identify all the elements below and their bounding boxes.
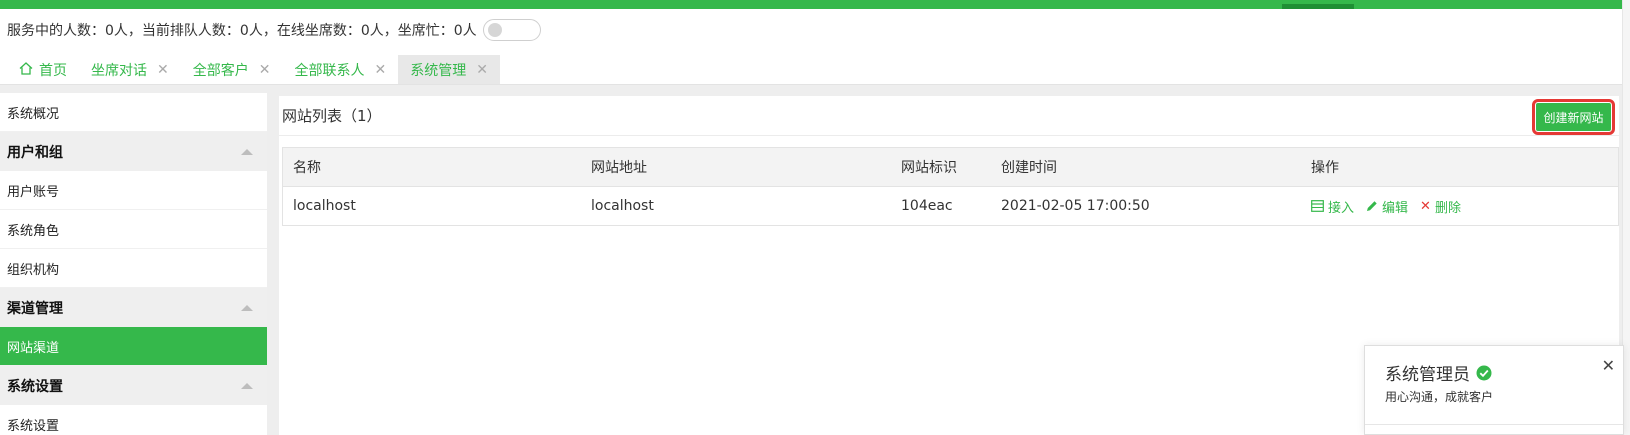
verified-check-icon: [1476, 365, 1492, 381]
delete-action-label: 删除: [1434, 200, 1461, 216]
sidebar-group-title: 用户和组: [7, 144, 63, 161]
column-header: 操作: [1311, 160, 1339, 176]
column-header: 网站地址: [591, 160, 647, 176]
edit-action-label: 编辑: [1382, 200, 1409, 216]
sidebar-group-settings[interactable]: 系统设置: [0, 366, 267, 405]
create-website-button[interactable]: 创建新网站: [1532, 99, 1615, 135]
sidebar: 系统概况 用户和组 用户账号 系统角色 组织机构 渠道管理 网站渠道 系统设置 …: [0, 93, 267, 435]
close-icon[interactable]: ✕: [374, 62, 386, 78]
tab-system-management-label: 系统管理: [410, 63, 467, 79]
home-icon: [19, 61, 33, 79]
agent-name: 系统管理员: [1385, 365, 1470, 385]
close-icon[interactable]: ✕: [157, 62, 169, 78]
cell-url: localhost: [591, 198, 654, 214]
sidebar-item-system-settings[interactable]: 系统设置: [0, 405, 267, 435]
tab-home[interactable]: 首页: [7, 55, 79, 85]
edit-action[interactable]: 编辑: [1366, 197, 1408, 216]
table-header: 名称 网站地址 网站标识 创建时间 操作: [283, 148, 1618, 187]
access-action[interactable]: 接入: [1311, 197, 1354, 216]
pencil-icon: [1366, 200, 1378, 212]
column-header: 网站标识: [901, 160, 957, 176]
tab-agent-chat-label: 坐席对话: [91, 63, 147, 79]
table-row: localhost localhost 104eac 2021-02-05 17…: [283, 187, 1618, 225]
close-icon[interactable]: ✕: [1602, 356, 1615, 375]
sidebar-item-label: 系统设置: [7, 418, 60, 434]
divider: [1365, 424, 1623, 425]
tab-all-customers-label: 全部客户: [192, 63, 249, 79]
cell-created-time: 2021-02-05 17:00:50: [1001, 198, 1150, 214]
sidebar-item-user-accounts[interactable]: 用户账号: [0, 171, 267, 210]
tab-all-customers[interactable]: 全部客户 ✕: [181, 55, 283, 85]
sidebar-group-title: 渠道管理: [7, 300, 63, 317]
collapse-arrow-icon: [241, 382, 253, 389]
delete-action[interactable]: ✕ 删除: [1420, 197, 1461, 216]
agent-busy-toggle[interactable]: [482, 19, 541, 41]
sidebar-item-organization[interactable]: 组织机构: [0, 249, 267, 288]
sidebar-item-website-channel[interactable]: 网站渠道: [0, 327, 267, 366]
column-header: 名称: [293, 160, 321, 176]
tab-bar: 首页 坐席对话 ✕ 全部客户 ✕ 全部联系人 ✕ 系统管理 ✕: [7, 55, 500, 85]
sidebar-item-system-roles[interactable]: 系统角色: [0, 210, 267, 249]
sidebar-item-label: 系统角色: [7, 223, 60, 239]
close-icon[interactable]: ✕: [259, 62, 271, 78]
top-nav-active-indicator[interactable]: [1282, 4, 1354, 9]
sidebar-item-label: 系统概况: [7, 106, 60, 122]
tab-home-label: 首页: [39, 63, 67, 79]
toggle-knob: [487, 23, 502, 37]
tab-all-contacts-label: 全部联系人: [294, 63, 365, 79]
cell-name: localhost: [293, 198, 356, 214]
agent-slogan: 用心沟通，成就客户: [1385, 390, 1494, 404]
cell-site-id: 104eac: [901, 198, 953, 214]
close-icon[interactable]: ✕: [476, 62, 488, 78]
tab-system-management[interactable]: 系统管理 ✕: [398, 55, 500, 85]
tab-all-contacts[interactable]: 全部联系人 ✕: [282, 55, 398, 85]
sidebar-item-overview[interactable]: 系统概况: [0, 93, 267, 132]
sidebar-item-label: 用户账号: [7, 184, 60, 200]
sidebar-item-label: 网站渠道: [7, 340, 60, 356]
sidebar-group-users[interactable]: 用户和组: [0, 132, 267, 171]
code-window-icon: [1311, 200, 1324, 212]
sidebar-group-channels[interactable]: 渠道管理: [0, 288, 267, 327]
service-status-text: 服务中的人数：0人，当前排队人数：0人，在线坐席数：0人，坐席忙：0人: [7, 23, 477, 39]
agent-profile-card: 系统管理员 用心沟通，成就客户 ✕: [1364, 345, 1624, 435]
delete-x-icon: ✕: [1420, 198, 1431, 214]
cell-actions: 接入 编辑 ✕ 删除: [1311, 197, 1611, 216]
sidebar-item-label: 组织机构: [7, 262, 60, 278]
sidebar-group-title: 系统设置: [7, 378, 63, 395]
column-header: 创建时间: [1001, 160, 1057, 176]
collapse-arrow-icon: [241, 148, 253, 155]
top-header-bar: [0, 0, 1630, 9]
tab-agent-chat[interactable]: 坐席对话 ✕: [79, 55, 181, 85]
access-action-label: 接入: [1328, 200, 1355, 216]
website-table: 名称 网站地址 网站标识 创建时间 操作 localhost localhost…: [282, 147, 1619, 226]
page-title: 网站列表（1）: [282, 107, 382, 125]
divider: [279, 135, 1619, 136]
collapse-arrow-icon: [241, 304, 253, 311]
agent-name-wrap: 系统管理员: [1385, 360, 1492, 385]
service-status-bar: 服务中的人数：0人，当前排队人数：0人，在线坐席数：0人，坐席忙：0人: [7, 18, 541, 42]
